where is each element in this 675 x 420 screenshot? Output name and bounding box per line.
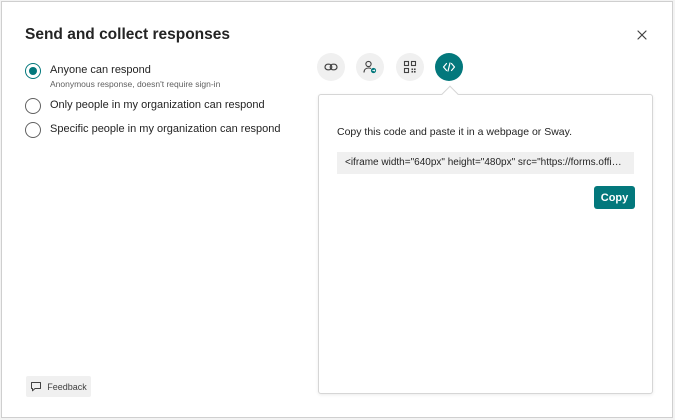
radio-anyone-can-respond[interactable]: Anyone can respond Anonymous response, d… xyxy=(25,63,220,91)
invite-person-icon xyxy=(363,60,377,74)
feedback-label: Feedback xyxy=(47,381,87,392)
radio-label: Specific people in my organization can r… xyxy=(50,123,281,135)
radio-specific-people[interactable]: Specific people in my organization can r… xyxy=(25,122,281,138)
radio-label: Anyone can respond xyxy=(50,64,151,76)
embed-panel: Copy this code and paste it in a webpage… xyxy=(318,94,653,394)
qr-code-icon xyxy=(403,60,417,74)
tab-qr-code[interactable] xyxy=(396,53,424,81)
radio-button[interactable] xyxy=(25,122,41,138)
radio-organization-only[interactable]: Only people in my organization can respo… xyxy=(25,98,265,114)
comment-icon xyxy=(30,381,42,392)
radio-button[interactable] xyxy=(25,98,41,114)
send-responses-dialog: Send and collect responses Anyone can re… xyxy=(1,1,673,418)
feedback-button[interactable]: Feedback xyxy=(26,376,91,397)
copy-button[interactable]: Copy xyxy=(594,186,635,209)
embed-code-icon xyxy=(442,62,456,72)
radio-label: Only people in my organization can respo… xyxy=(50,99,265,111)
radio-button-checked[interactable] xyxy=(25,63,41,79)
tab-copy-link[interactable] xyxy=(317,53,345,81)
embed-instructions: Copy this code and paste it in a webpage… xyxy=(337,126,573,138)
link-icon xyxy=(324,63,338,71)
dialog-title: Send and collect responses xyxy=(25,26,231,43)
close-icon xyxy=(637,30,647,40)
tab-invite-people[interactable] xyxy=(356,53,384,81)
close-button[interactable] xyxy=(634,27,650,43)
embed-code-field[interactable]: <iframe width="640px" height="480px" src… xyxy=(337,152,634,174)
radio-sublabel: Anonymous response, doesn't require sign… xyxy=(50,79,221,89)
tab-embed[interactable] xyxy=(435,53,463,81)
